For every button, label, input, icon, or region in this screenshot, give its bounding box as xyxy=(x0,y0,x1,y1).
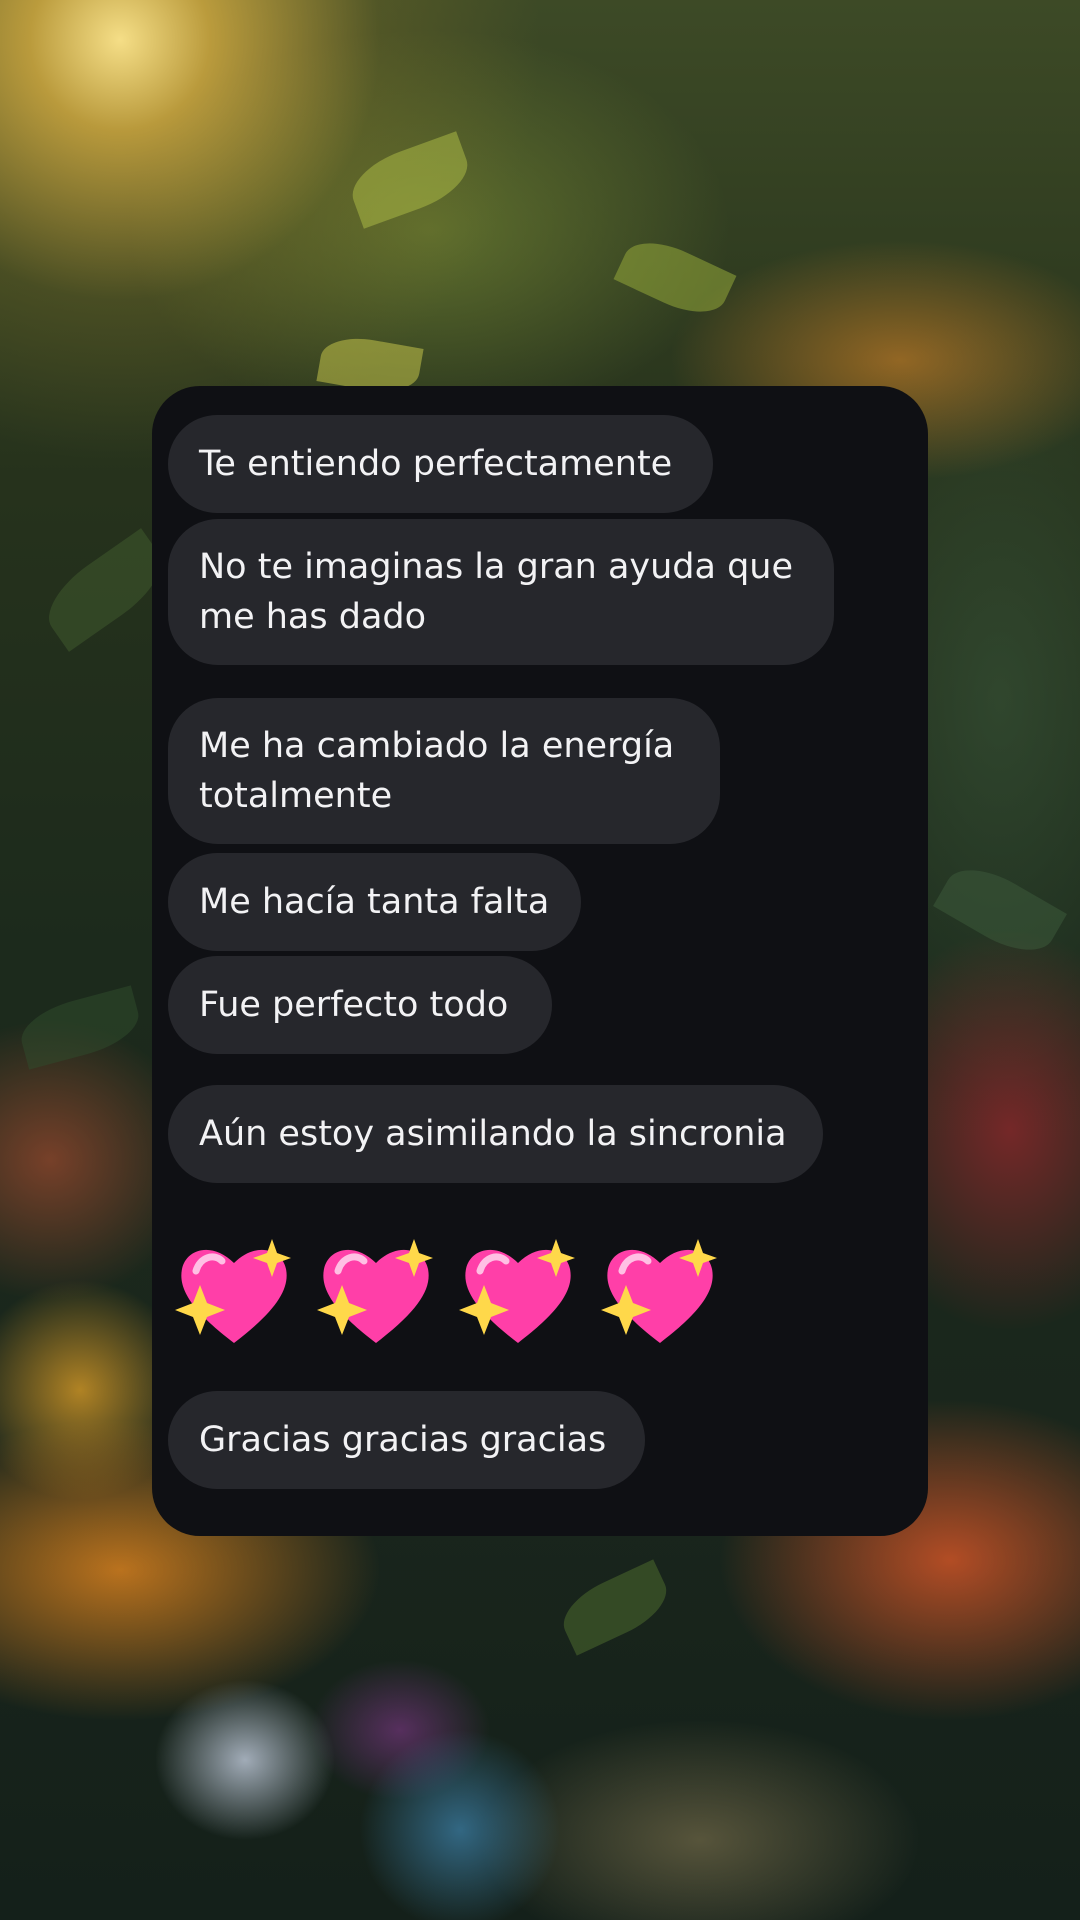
message-bubble: Fue perfecto todo xyxy=(168,956,552,1054)
message-bubble: Aún estoy asimilando la sincronia xyxy=(168,1085,823,1183)
leaf-decoration xyxy=(14,985,146,1070)
message-text: Me hacía tanta falta xyxy=(199,882,550,922)
message-text: Te entiendo perfectamente xyxy=(199,444,673,484)
message-bubble: Te entiendo perfectamente xyxy=(168,415,713,513)
message-text: Fue perfecto todo xyxy=(199,985,509,1025)
leaf-decoration xyxy=(613,229,737,326)
message-text: Me ha cambiado la energía totalmente xyxy=(199,726,675,816)
message-text: Aún estoy asimilando la sincronia xyxy=(199,1114,787,1154)
sparkling-heart-icon xyxy=(601,1239,717,1343)
message-bubble: Me hacía tanta falta xyxy=(168,853,581,951)
sparkling-heart-icon xyxy=(175,1239,291,1343)
leaf-decoration xyxy=(343,131,477,229)
message-bubble: Me ha cambiado la energía totalmente xyxy=(168,698,720,844)
message-text: No te imaginas la gran ayuda que me has … xyxy=(199,547,794,637)
sparkling-heart-icon xyxy=(459,1239,575,1343)
message-text: Gracias gracias gracias xyxy=(199,1420,607,1460)
emoji-message xyxy=(172,1228,722,1358)
leaf-decoration xyxy=(553,1559,677,1656)
message-bubble: No te imaginas la gran ayuda que me has … xyxy=(168,519,834,665)
sparkling-heart-icon xyxy=(317,1239,433,1343)
message-bubble: Gracias gracias gracias xyxy=(168,1391,645,1489)
leaf-decoration xyxy=(933,854,1067,966)
